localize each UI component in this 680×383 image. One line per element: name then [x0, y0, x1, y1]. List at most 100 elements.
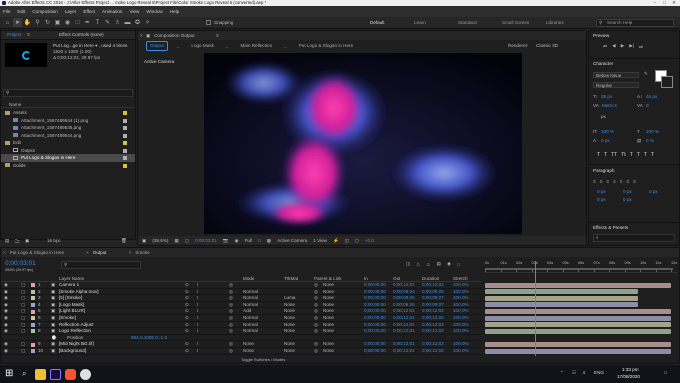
layer-row[interactable]: ◉ ▢ 2 ▣ [Smoke Alpha.mov] ⊙ / ◎ Normal ◎ None 0;00;…: [1, 289, 481, 296]
project-item[interactable]: Attachment_1597489544 (1).png: [1, 117, 135, 125]
duration-value[interactable]: 0;00;09;27: [422, 302, 444, 309]
panel-menu-icon[interactable]: ≡: [216, 31, 219, 40]
shy-switch-icon[interactable]: ⊙: [185, 308, 189, 315]
layer-duration-bar[interactable]: [485, 328, 671, 334]
home-icon[interactable]: ⌂: [3, 18, 12, 27]
tsume-value[interactable]: 0 %: [646, 138, 654, 143]
duration-value[interactable]: 0;00;12;02: [422, 328, 444, 335]
comp-mini-flowchart-icon[interactable]: ◫: [406, 261, 410, 267]
font-size-value[interactable]: 39 px: [601, 94, 612, 99]
visibility-eye-icon[interactable]: ◉: [4, 341, 8, 348]
font-style-dropdown[interactable]: Regular: [593, 82, 639, 88]
trkmat-dropdown[interactable]: None: [284, 308, 310, 315]
duration-value[interactable]: 0;00;12;02: [422, 322, 444, 329]
stretch-value[interactable]: 100.0%: [453, 328, 469, 335]
layer-row[interactable]: ◉ ▢ 9 ▣ [Mid Night BG.tif] ⊙ / ◎ None None ◎ None 0;…: [1, 341, 481, 348]
in-point[interactable]: 0;00;00;00: [364, 308, 386, 315]
in-point[interactable]: 0;00;00;00: [364, 289, 386, 296]
stretch-value[interactable]: 100.0%: [453, 289, 469, 296]
effects-presets-title[interactable]: Effects & Presets: [593, 225, 628, 230]
mode-dropdown[interactable]: Normal: [243, 322, 271, 329]
zoom-dropdown[interactable]: (38.6%): [152, 238, 168, 243]
faux-style-button[interactable]: TT: [611, 152, 617, 158]
trkmat-dropdown[interactable]: Luma: [284, 295, 310, 302]
layer-row[interactable]: ◉ ▢ 10 ▣ [Background] ⊙ / ◎ None None ◎ None 0;00;00…: [1, 348, 481, 355]
header-mode[interactable]: Mode: [243, 275, 255, 282]
out-point[interactable]: 0;00;12;01: [393, 328, 415, 335]
parent-pickwhip-icon[interactable]: ◎: [314, 328, 318, 335]
zoom-tool-icon[interactable]: ⚲: [33, 18, 42, 27]
layer-label-color[interactable]: [31, 309, 35, 314]
timeline-tab-smoke[interactable]: Smoke: [135, 248, 167, 257]
3d-layer-switch-icon[interactable]: ◎: [229, 302, 233, 309]
brush-tool-icon[interactable]: ✎: [103, 18, 112, 27]
layer-label-color[interactable]: [31, 302, 35, 307]
fx-switch-icon[interactable]: /: [197, 348, 198, 355]
parent-dropdown[interactable]: None: [323, 295, 334, 302]
visibility-eye-icon[interactable]: ◉: [4, 295, 8, 302]
justify-left-icon[interactable]: ≡: [613, 179, 616, 184]
mode-dropdown[interactable]: Normal: [243, 289, 271, 296]
panel-menu-icon[interactable]: ≡: [27, 31, 30, 39]
workspace-learn[interactable]: Learn: [414, 17, 458, 29]
visibility-eye-icon[interactable]: ◉: [4, 348, 8, 355]
app-taskbar-icon[interactable]: [80, 369, 91, 380]
3d-layer-switch-icon[interactable]: ◎: [229, 308, 233, 315]
project-item[interactable]: Attachment_1597489544.png: [1, 132, 135, 140]
stretch-value[interactable]: 100.0%: [453, 302, 469, 309]
next-frame-icon[interactable]: ▶|: [629, 43, 634, 49]
out-point[interactable]: 0;00;12;01: [393, 322, 415, 329]
faux-style-button[interactable]: T: [637, 152, 640, 158]
menu-composition[interactable]: Composition: [32, 6, 58, 17]
parent-dropdown[interactable]: None: [323, 322, 334, 329]
parent-pickwhip-icon[interactable]: ◎: [314, 315, 318, 322]
leading-value[interactable]: 46 px: [646, 94, 657, 99]
composition-panel-title[interactable]: Composition Output: [154, 31, 195, 40]
faux-style-button[interactable]: T: [651, 152, 654, 158]
label-color-swatch[interactable]: [123, 141, 127, 145]
selection-tool-icon[interactable]: ➤: [13, 18, 22, 27]
stretch-value[interactable]: 100.0%: [453, 308, 469, 315]
lock-toggle-icon[interactable]: ▢: [21, 348, 25, 355]
current-time-display[interactable]: 0;00;03;01: [195, 238, 217, 243]
stretch-value[interactable]: 100.0%: [453, 295, 469, 302]
header-stretch[interactable]: Stretch: [453, 275, 468, 282]
brave-browser-icon[interactable]: [65, 369, 76, 380]
duration-value[interactable]: 0;00;12;02: [422, 348, 444, 355]
fx-switch-icon[interactable]: /: [197, 328, 198, 335]
shy-switch-icon[interactable]: ⊙: [185, 302, 189, 309]
3d-layer-switch-icon[interactable]: ◎: [229, 282, 233, 289]
header-duration[interactable]: Duration: [422, 275, 439, 282]
layer-label-color[interactable]: [31, 283, 35, 288]
faux-style-button[interactable]: T: [604, 152, 607, 158]
indent-left-value[interactable]: 0 px: [597, 189, 606, 194]
paragraph-title[interactable]: Paragraph: [593, 168, 614, 173]
3d-renderer-icon[interactable]: ◫: [345, 238, 349, 244]
search-icon[interactable]: ⌕: [22, 368, 26, 379]
baseline-shift-value[interactable]: 0 px: [601, 138, 610, 143]
stroke-color-swatch[interactable]: [661, 76, 673, 88]
duration-value[interactable]: 0;00;12;02: [422, 315, 444, 322]
lock-toggle-icon[interactable]: ▢: [21, 302, 25, 309]
parent-dropdown[interactable]: None: [323, 302, 334, 309]
layer-row[interactable]: ⌚ Position 994.0,1006.0,-1.0: [1, 335, 481, 342]
motion-blur-icon[interactable]: ◉: [447, 261, 451, 267]
parent-pickwhip-icon[interactable]: ◎: [314, 348, 318, 355]
trkmat-dropdown[interactable]: None: [284, 302, 310, 309]
layer-duration-bar[interactable]: [485, 302, 638, 308]
project-item[interactable]: Solids: [1, 162, 135, 170]
layer-label-color[interactable]: [31, 289, 35, 294]
type-tool-icon[interactable]: T: [93, 18, 102, 27]
lock-toggle-icon[interactable]: ▢: [21, 315, 25, 322]
in-point[interactable]: 0;00;00;00: [364, 282, 386, 289]
network-icon[interactable]: ☷: [572, 370, 576, 376]
layer-name[interactable]: [Smoke Alpha.mov]: [59, 289, 179, 296]
project-item[interactable]: Put Logo & Slogan in Here: [1, 154, 135, 162]
project-item[interactable]: Attachment_1597489535.png: [1, 124, 135, 132]
out-point[interactable]: 0;00;09;26: [393, 295, 415, 302]
visibility-eye-icon[interactable]: ◉: [4, 302, 8, 309]
visibility-eye-icon[interactable]: ◉: [4, 328, 8, 335]
exposure-value[interactable]: +0.0: [365, 238, 374, 243]
last-frame-icon[interactable]: ⏭: [639, 44, 643, 49]
menu-layer[interactable]: Layer: [65, 6, 77, 17]
